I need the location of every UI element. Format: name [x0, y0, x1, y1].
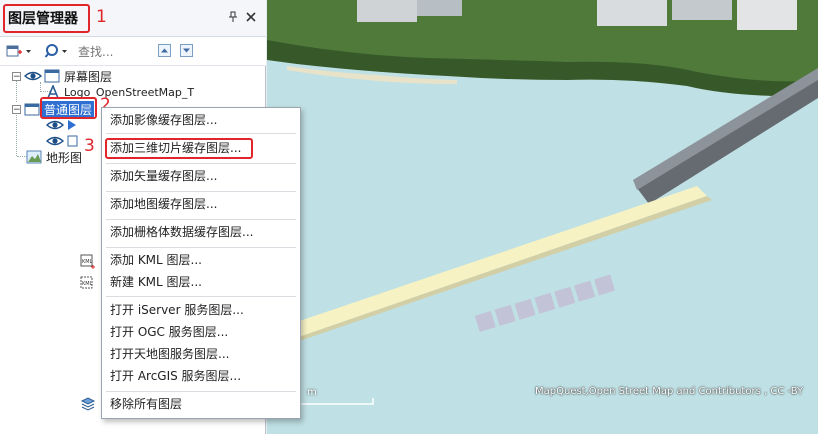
- kml-new-icon: KML: [80, 276, 93, 289]
- close-icon[interactable]: [244, 11, 258, 25]
- panel-toolbar: [0, 37, 266, 66]
- menu-item-label: 添加矢量缓存图层...: [110, 169, 218, 183]
- tree-node-child-2[interactable]: [46, 133, 78, 149]
- menu-item-add-vector-cache-layer[interactable]: 添加矢量缓存图层...: [102, 166, 300, 186]
- eye-icon[interactable]: [46, 135, 64, 147]
- menu-item-label: 添加栅格体数据缓存图层...: [110, 225, 254, 239]
- menu-item-label: 添加 KML 图层...: [110, 253, 202, 267]
- annotation-box-2: [40, 97, 97, 119]
- layer-icon: [68, 120, 76, 130]
- menu-item-label: 添加地图缓存图层...: [110, 197, 218, 211]
- add-layer-context-menu: 添加影像缓存图层... 添加三维切片缓存图层... 添加矢量缓存图层... 添加…: [101, 107, 301, 419]
- menu-item-add-map-cache-layer[interactable]: 添加地图缓存图层...: [102, 194, 300, 214]
- scene-render: ■■■■■■■: [267, 0, 818, 434]
- menu-item-label: 打开 ArcGIS 服务图层...: [110, 369, 242, 383]
- scene-3d-view[interactable]: ■■■■■■■ m MapQuest,Open Street Map and C…: [267, 0, 818, 434]
- menu-item-label: 打开 iServer 服务图层...: [110, 303, 244, 317]
- menu-item-open-ogc-layer[interactable]: 打开 OGC 服务图层...: [102, 322, 300, 342]
- search-input[interactable]: [76, 42, 150, 62]
- collapse-toggle[interactable]: −: [12, 71, 21, 81]
- menu-separator: [106, 296, 296, 297]
- screen-layer-icon: [44, 69, 60, 83]
- annotation-number-3: 3: [84, 136, 95, 156]
- menu-separator: [106, 219, 296, 220]
- folder-layer-icon: [24, 103, 40, 116]
- menu-separator: [106, 133, 296, 134]
- pin-icon[interactable]: [226, 11, 240, 25]
- menu-item-label: 打开天地图服务图层...: [110, 347, 230, 361]
- tree-node-terrain-layers[interactable]: 地形图: [26, 149, 82, 165]
- menu-item-label: 新建 KML 图层...: [110, 275, 202, 289]
- move-up-button[interactable]: [158, 44, 171, 57]
- menu-item-open-tianditu-layer[interactable]: 打开天地图服务图层...: [102, 344, 300, 364]
- menu-separator: [106, 391, 296, 392]
- annotation-box-1: [3, 4, 90, 33]
- kml-add-icon: KML: [80, 254, 95, 269]
- arrow-up-icon: [161, 48, 168, 53]
- terrain-layer-icon: [26, 150, 42, 164]
- tree-label-screen-layers: 屏幕图层: [64, 69, 113, 84]
- search-icon: [44, 44, 67, 58]
- arrow-down-icon: [183, 48, 190, 53]
- annotation-box-3: [105, 138, 253, 159]
- tree-node-child-1[interactable]: [46, 117, 78, 133]
- tree-label-terrain-layers: 地形图: [46, 150, 83, 165]
- menu-item-open-arcgis-layer[interactable]: 打开 ArcGIS 服务图层...: [102, 366, 300, 386]
- svg-text:KML: KML: [82, 281, 93, 287]
- add-layer-dropdown-button[interactable]: [6, 42, 32, 60]
- menu-item-remove-all-layers[interactable]: 移除所有图层: [102, 394, 300, 414]
- map-attribution: MapQuest,Open Street Map and Contributor…: [535, 386, 804, 397]
- svg-text:KML: KML: [82, 259, 93, 265]
- menu-item-new-kml-layer[interactable]: 新建 KML 图层...: [102, 272, 300, 292]
- search-dropdown-button[interactable]: [44, 42, 72, 60]
- menu-item-label: 移除所有图层: [110, 397, 183, 411]
- layer-icon: [67, 135, 78, 147]
- menu-item-add-kml-layer[interactable]: 添加 KML 图层...: [102, 250, 300, 270]
- add-layer-icon: [6, 45, 31, 57]
- remove-layers-icon: [80, 397, 96, 411]
- menu-item-label: 打开 OGC 服务图层...: [110, 325, 229, 339]
- menu-separator: [106, 163, 296, 164]
- move-down-button[interactable]: [180, 44, 193, 57]
- annotation-number-1: 1: [96, 7, 107, 27]
- menu-separator: [106, 247, 296, 248]
- tree-node-screen-layers[interactable]: − 屏幕图层: [12, 68, 112, 84]
- menu-item-add-raster-volume-cache-layer[interactable]: 添加栅格体数据缓存图层...: [102, 222, 300, 242]
- menu-item-add-image-cache-layer[interactable]: 添加影像缓存图层...: [102, 110, 300, 130]
- menu-separator: [106, 191, 296, 192]
- eye-icon[interactable]: [46, 119, 64, 131]
- menu-item-label: 添加影像缓存图层...: [110, 113, 218, 127]
- scale-bar-label: m: [307, 387, 317, 398]
- panel-title-bar: 图层管理器 1: [0, 0, 266, 37]
- eye-icon[interactable]: [24, 70, 42, 82]
- menu-item-open-iserver-layer[interactable]: 打开 iServer 服务图层...: [102, 300, 300, 320]
- collapse-toggle[interactable]: −: [12, 104, 21, 114]
